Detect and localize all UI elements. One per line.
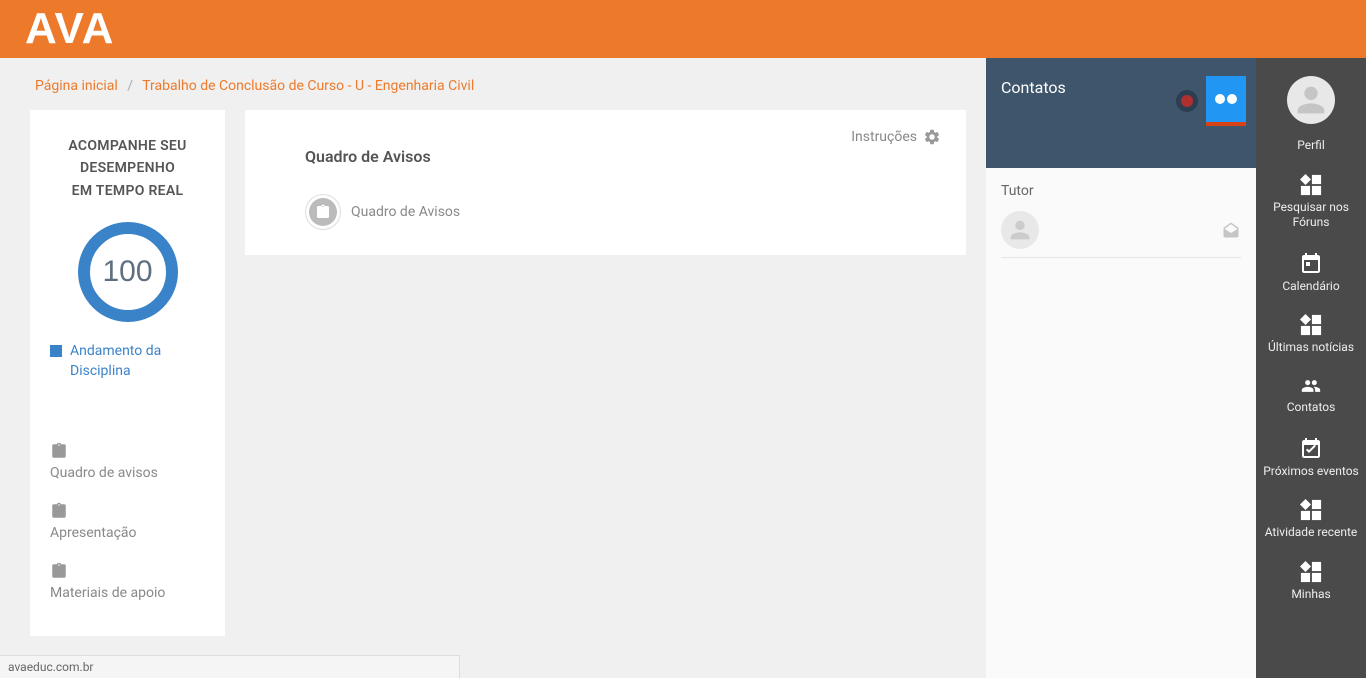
sidenav-quadro-label: Quadro de avisos (50, 465, 205, 481)
status-toggle[interactable] (1176, 90, 1198, 112)
item-quadro-avisos[interactable]: Quadro de Avisos (275, 194, 936, 230)
status-url: avaeduc.com.br (8, 660, 94, 674)
book-icon[interactable] (1206, 76, 1246, 126)
sidebar-contatos-label: Contatos (1287, 400, 1336, 416)
sidebar-proximos[interactable]: Próximos eventos (1259, 430, 1363, 486)
progress-title-l2: DESEMPENHO (45, 157, 210, 179)
progress-title-l3: EM TEMPO REAL (45, 180, 210, 202)
tutor-avatar (1001, 211, 1039, 249)
squares-icon (1300, 561, 1322, 583)
breadcrumb-separator: / (127, 78, 133, 94)
clipboard-icon (50, 561, 205, 581)
sidebar-ultimas[interactable]: Últimas notícias (1264, 308, 1358, 362)
envelope-icon[interactable] (1221, 221, 1241, 239)
progress-legend[interactable]: Andamento da Disciplina (45, 342, 210, 401)
right-sidebar: Perfil Pesquisar nos Fóruns Calendário Ú… (1256, 58, 1366, 678)
gear-icon (923, 128, 941, 146)
calendar-check-icon (1299, 436, 1323, 460)
clipboard-icon (50, 441, 205, 461)
progress-title: ACOMPANHE SEU DESEMPENHO EM TEMPO REAL (45, 135, 210, 202)
top-header: AVA (0, 0, 1366, 58)
clipboard-icon (50, 501, 205, 521)
contacts-title: Contatos (1001, 78, 1066, 97)
sidenav-materiais-label: Materiais de apoio (50, 585, 205, 601)
sidenav-apresentacao-label: Apresentação (50, 525, 205, 541)
user-avatar[interactable] (1287, 76, 1335, 124)
sidebar-perfil[interactable]: Perfil (1293, 132, 1329, 160)
tutor-row[interactable] (1001, 211, 1241, 258)
contacts-panel: Contatos Tutor (986, 58, 1256, 678)
people-icon (1298, 376, 1324, 396)
sidebar-atividade-label: Atividade recente (1265, 525, 1358, 541)
legend-text: Andamento da Disciplina (70, 342, 205, 381)
glasses-icon (1215, 94, 1237, 104)
section-heading: Quadro de Avisos (275, 147, 936, 166)
squares-icon (1300, 499, 1322, 521)
sidenav-quadro[interactable]: Quadro de avisos (45, 431, 210, 491)
sidebar-ultimas-label: Últimas notícias (1268, 340, 1354, 356)
content-card: Instruções Quadro de Avisos Quadro de Av… (245, 110, 966, 255)
legend-square-icon (50, 345, 62, 357)
instructions-link[interactable]: Instruções (851, 128, 941, 146)
progress-card: ACOMPANHE SEU DESEMPENHO EM TEMPO REAL 1… (30, 110, 225, 636)
left-area: Página inicial / Trabalho de Conclusão d… (0, 58, 986, 678)
contacts-header: Contatos (986, 58, 1256, 168)
squares-icon (1300, 174, 1322, 196)
sidenav-materiais[interactable]: Materiais de apoio (45, 551, 210, 611)
tutor-section: Tutor (986, 168, 1256, 273)
progress-title-l1: ACOMPANHE SEU (45, 135, 210, 157)
sidebar-pesquisar[interactable]: Pesquisar nos Fóruns (1256, 168, 1366, 237)
tutor-label: Tutor (1001, 183, 1241, 199)
instructions-label: Instruções (851, 129, 917, 145)
squares-icon (1300, 314, 1322, 336)
breadcrumb-home[interactable]: Página inicial (35, 78, 118, 94)
sidebar-minhas-label: Minhas (1291, 587, 1330, 603)
breadcrumb-course[interactable]: Trabalho de Conclusão de Curso - U - Eng… (142, 78, 474, 94)
sidebar-contatos[interactable]: Contatos (1283, 370, 1340, 422)
sidebar-calendario-label: Calendário (1282, 279, 1339, 295)
progress-ring: 100 (78, 222, 178, 322)
sidebar-proximos-label: Próximos eventos (1263, 464, 1359, 480)
content-row: ACOMPANHE SEU DESEMPENHO EM TEMPO REAL 1… (0, 110, 986, 636)
red-dot-icon (1181, 95, 1193, 107)
sidebar-minhas[interactable]: Minhas (1287, 555, 1334, 609)
clipboard-circle-icon (305, 194, 341, 230)
main-layout: Página inicial / Trabalho de Conclusão d… (0, 58, 1366, 678)
progress-value: 100 (102, 255, 152, 289)
sidebar-pesquisar-label: Pesquisar nos Fóruns (1260, 200, 1362, 231)
progress-ring-wrap: 100 (45, 222, 210, 322)
sidenav-apresentacao[interactable]: Apresentação (45, 491, 210, 551)
item-quadro-label: Quadro de Avisos (351, 204, 460, 220)
calendar-icon (1299, 251, 1323, 275)
sidebar-atividade[interactable]: Atividade recente (1261, 493, 1362, 547)
contacts-header-icons (1176, 76, 1246, 126)
logo[interactable]: AVA (25, 4, 114, 54)
breadcrumb: Página inicial / Trabalho de Conclusão d… (0, 58, 986, 110)
sidebar-calendario[interactable]: Calendário (1278, 245, 1343, 301)
sidebar-perfil-label: Perfil (1297, 138, 1325, 154)
status-bar: avaeduc.com.br (0, 655, 460, 678)
